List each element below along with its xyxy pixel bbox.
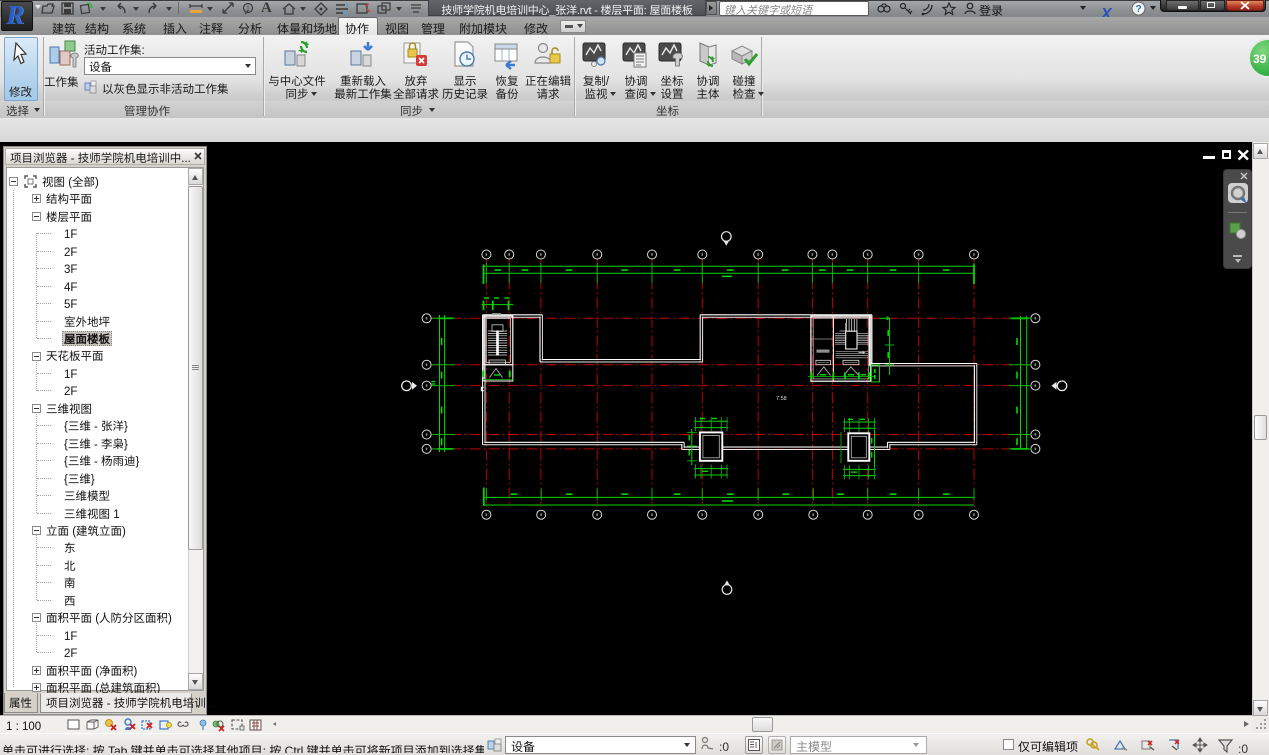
svg-text:7.58: 7.58 [776, 396, 787, 402]
